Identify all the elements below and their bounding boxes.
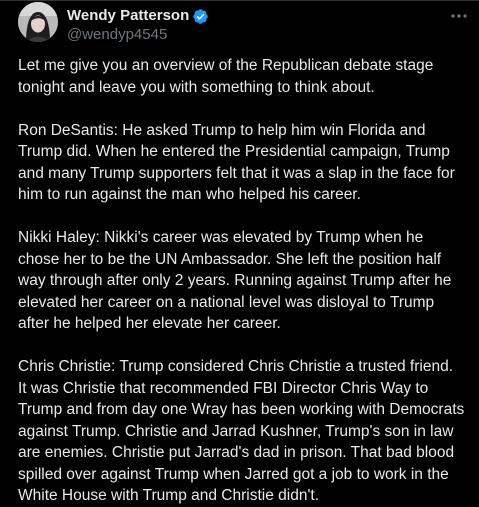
tweet-text-line: him to run against the man who helped hi… bbox=[18, 186, 361, 203]
tweet-paragraph: Let me give you an overview of the Repub… bbox=[18, 55, 466, 98]
avatar[interactable] bbox=[18, 2, 58, 42]
tweet-text: Let me give you an overview of the Repub… bbox=[18, 55, 466, 507]
tweet-text-line: elevated her career on a national level … bbox=[18, 293, 435, 311]
tweet-text-line: way through after only 2 years. Running … bbox=[18, 272, 452, 289]
tweet-text-line: against Trump. Christie and Jarrad Kushn… bbox=[18, 422, 454, 440]
tweet-paragraph: Chris Christie: Trump considered Chris C… bbox=[18, 356, 466, 507]
tweet-text-line: after he helped her elevate her career. bbox=[18, 315, 281, 332]
tweet-paragraph: Nikki Haley: Nikki's career was elevated… bbox=[18, 227, 466, 335]
author-handle[interactable]: @wendyp4545 bbox=[67, 25, 167, 45]
tweet-text-line: chose her to be the UN Ambassador. She l… bbox=[18, 250, 442, 268]
tweet-text-line: Let me give you an overview of the Repub… bbox=[18, 57, 434, 74]
verified-badge-icon bbox=[192, 8, 209, 25]
tweet-text-line: tonight and leave you with something to … bbox=[18, 78, 375, 96]
tweet-text-line: Nikki Haley: Nikki's career was elevated… bbox=[18, 229, 424, 246]
tweet-text-line: White House with Trump and Christie didn… bbox=[18, 487, 320, 504]
profile-photo-icon bbox=[18, 2, 58, 42]
author-display-name[interactable]: Wendy Patterson bbox=[67, 6, 189, 26]
tweet-text-line: spilled over against Trump when Jarred g… bbox=[18, 465, 449, 483]
tweet-text-line: and many Trump supporters felt that it w… bbox=[18, 164, 455, 182]
tweet-text-line: Trump and from day one Wray has been wor… bbox=[18, 401, 465, 418]
name-row: Wendy Patterson bbox=[67, 6, 209, 26]
tweet-text-line: Ron DeSantis: He asked Trump to help him… bbox=[18, 121, 426, 139]
tweet-text-line: are enemies. Christie put Jarrad's dad i… bbox=[18, 444, 455, 461]
more-horizontal-icon[interactable] bbox=[448, 6, 470, 26]
tweet: Wendy Patterson @wendyp4545 Let me give … bbox=[0, 0, 479, 504]
tweet-text-line: It was Christie that recommended FBI Dir… bbox=[18, 379, 429, 397]
tweet-text-line: Trump did. When he entered the President… bbox=[18, 143, 450, 160]
tweet-text-line: Chris Christie: Trump considered Chris C… bbox=[18, 358, 454, 375]
top-divider bbox=[0, 0, 479, 1]
tweet-paragraph: Ron DeSantis: He asked Trump to help him… bbox=[18, 120, 466, 206]
